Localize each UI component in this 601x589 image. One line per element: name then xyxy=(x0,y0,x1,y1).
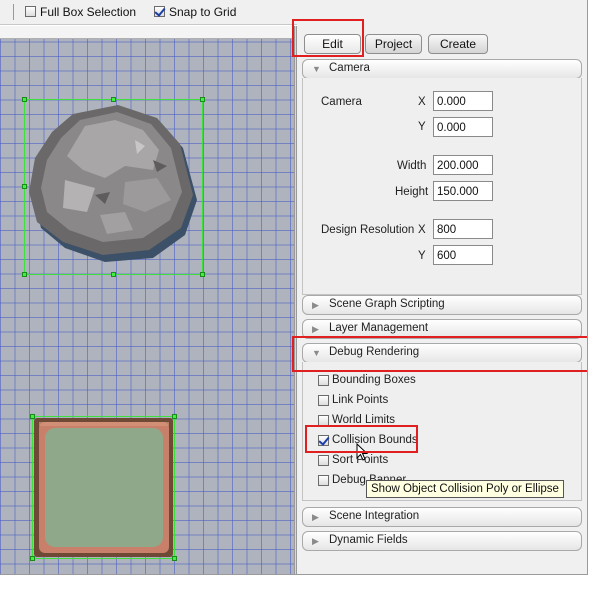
height-field[interactable]: 150.000 xyxy=(433,181,493,201)
debug-rendering-header[interactable]: ▼ Debug Rendering xyxy=(302,343,582,363)
snap-to-grid-checkbox[interactable] xyxy=(154,6,165,17)
design-y-label: Y xyxy=(418,250,426,262)
layer-management-header[interactable]: ▶ Layer Management xyxy=(302,319,582,339)
camera-section-header[interactable]: ▼ Camera xyxy=(302,59,582,79)
toolbar: Full Box Selection Snap to Grid xyxy=(0,0,588,25)
resize-handle[interactable] xyxy=(111,97,116,102)
collapsed-triangle-icon: ▶ xyxy=(312,512,319,522)
resize-handle[interactable] xyxy=(22,97,27,102)
camera-label: Camera xyxy=(321,96,362,108)
collision-bounds-checkbox[interactable] xyxy=(318,435,329,446)
resize-handle[interactable] xyxy=(30,414,35,419)
collapsed-triangle-icon: ▶ xyxy=(312,300,319,310)
collision-bounds-label: Collision Bounds xyxy=(332,434,418,446)
resize-handle[interactable] xyxy=(22,184,27,189)
crate-sprite xyxy=(34,418,173,557)
resize-handle[interactable] xyxy=(200,97,205,102)
world-limits-checkbox[interactable] xyxy=(318,415,329,426)
resize-handle[interactable] xyxy=(200,272,205,277)
expanded-triangle-icon: ▼ xyxy=(312,348,321,358)
resize-handle[interactable] xyxy=(172,556,177,561)
world-limits-label: World Limits xyxy=(332,414,396,426)
sort-points-checkbox[interactable] xyxy=(318,455,329,466)
design-y-field[interactable]: 600 xyxy=(433,245,493,265)
rock-sprite xyxy=(29,105,197,262)
design-resolution-label: Design Resolution xyxy=(321,224,415,236)
height-label: Height xyxy=(395,186,429,198)
camera-y-label: Y xyxy=(418,121,426,133)
scene-canvas[interactable] xyxy=(0,26,294,575)
window-frame-right xyxy=(587,0,601,589)
section-title: Layer Management xyxy=(329,322,429,334)
tab-project[interactable]: Project xyxy=(365,34,422,54)
bounding-boxes-label: Bounding Boxes xyxy=(332,374,416,386)
rock-selection-box[interactable] xyxy=(22,97,205,277)
width-label: Width xyxy=(397,160,427,172)
collapsed-triangle-icon: ▶ xyxy=(312,324,319,334)
collapsed-triangle-icon: ▶ xyxy=(312,536,319,546)
debug-banner-checkbox[interactable] xyxy=(318,475,329,486)
resize-handle[interactable] xyxy=(172,414,177,419)
canvas-header-strip xyxy=(0,26,294,39)
camera-y-field[interactable]: 0.000 xyxy=(433,117,493,137)
design-x-field[interactable]: 800 xyxy=(433,219,493,239)
window-frame-bottom xyxy=(0,574,588,589)
section-title: Scene Graph Scripting xyxy=(329,298,445,310)
crate-selection-box[interactable] xyxy=(30,414,177,561)
dynamic-fields-header[interactable]: ▶ Dynamic Fields xyxy=(302,531,582,551)
link-points-checkbox[interactable] xyxy=(318,395,329,406)
tab-create[interactable]: Create xyxy=(428,34,488,54)
toolbar-separator xyxy=(13,4,14,20)
resize-handle[interactable] xyxy=(111,272,116,277)
section-title: Camera xyxy=(329,62,370,74)
section-title: Scene Integration xyxy=(329,510,420,522)
resize-handle[interactable] xyxy=(22,272,27,277)
section-title: Debug Rendering xyxy=(329,346,420,358)
tooltip: Show Object Collision Poly or Ellipse xyxy=(366,480,564,498)
camera-section-body: Camera X 0.000 Y 0.000 Width 200.000 Hei… xyxy=(302,78,582,295)
camera-x-label: X xyxy=(418,96,426,108)
resize-handle[interactable] xyxy=(30,556,35,561)
camera-x-field[interactable]: 0.000 xyxy=(433,91,493,111)
mouse-cursor-icon xyxy=(356,443,369,461)
full-box-selection-checkbox[interactable] xyxy=(25,6,36,17)
snap-to-grid-label: Snap to Grid xyxy=(169,5,237,19)
width-field[interactable]: 200.000 xyxy=(433,155,493,175)
scene-integration-header[interactable]: ▶ Scene Integration xyxy=(302,507,582,527)
link-points-label: Link Points xyxy=(332,394,389,406)
section-title: Dynamic Fields xyxy=(329,534,408,546)
bounding-boxes-checkbox[interactable] xyxy=(318,375,329,386)
design-x-label: X xyxy=(418,224,426,236)
full-box-selection-label: Full Box Selection xyxy=(40,5,137,19)
expanded-triangle-icon: ▼ xyxy=(312,64,321,74)
tab-edit[interactable]: Edit xyxy=(304,34,361,54)
scene-graph-scripting-header[interactable]: ▶ Scene Graph Scripting xyxy=(302,295,582,315)
